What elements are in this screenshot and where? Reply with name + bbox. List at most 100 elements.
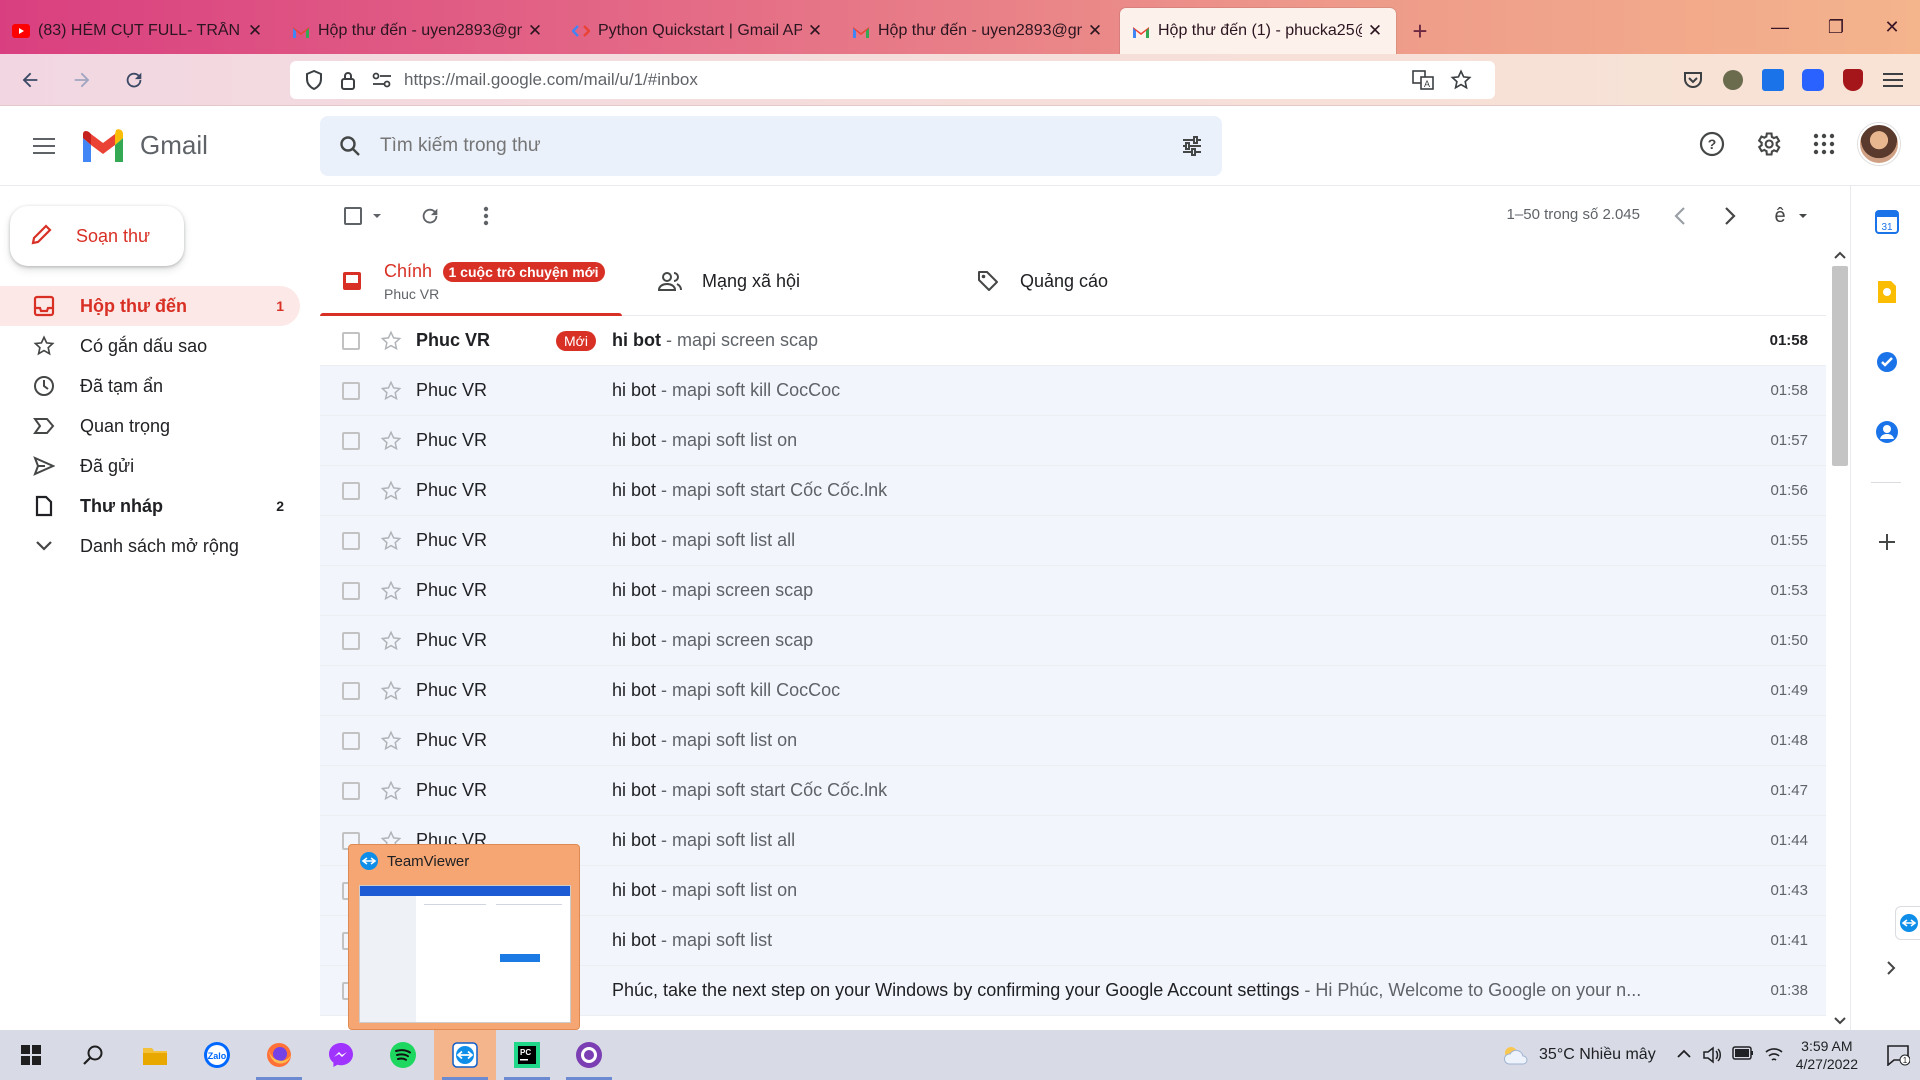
shield-icon[interactable] bbox=[302, 68, 326, 92]
messenger-icon[interactable] bbox=[310, 1030, 372, 1080]
volume-icon[interactable] bbox=[1702, 1046, 1722, 1064]
browser-tab[interactable]: Hộp thư đến - uyen2893@gmai ✕ bbox=[280, 8, 556, 54]
row-star-icon[interactable] bbox=[380, 530, 402, 552]
apps-grid-icon[interactable] bbox=[1802, 122, 1846, 166]
row-checkbox[interactable] bbox=[342, 631, 360, 650]
compose-button[interactable]: Soạn thư bbox=[10, 206, 184, 266]
email-row[interactable]: Phuc VR Mới hi bot - mapi screen scap 01:58 bbox=[320, 316, 1826, 366]
search-icon[interactable] bbox=[320, 134, 380, 158]
close-window-button[interactable]: ✕ bbox=[1864, 0, 1920, 54]
row-star-icon[interactable] bbox=[380, 380, 402, 402]
search-options-icon[interactable] bbox=[1162, 134, 1222, 158]
gmail-logo[interactable]: Gmail bbox=[80, 128, 208, 162]
teamviewer-taskbar-preview[interactable]: TeamViewer bbox=[348, 844, 580, 1030]
help-icon[interactable]: ? bbox=[1690, 122, 1734, 166]
pycharm-icon[interactable]: PC bbox=[496, 1030, 558, 1080]
row-star-icon[interactable] bbox=[380, 730, 402, 752]
github-desktop-icon[interactable] bbox=[558, 1030, 620, 1080]
settings-gear-icon[interactable] bbox=[1746, 122, 1790, 166]
tab-social[interactable]: Mạng xã hội bbox=[638, 246, 940, 316]
row-star-icon[interactable] bbox=[380, 630, 402, 652]
expand-panel-icon[interactable] bbox=[1877, 954, 1905, 982]
row-star-icon[interactable] bbox=[380, 330, 402, 352]
pocket-icon[interactable] bbox=[1676, 63, 1710, 97]
clock[interactable]: 3:59 AM 4/27/2022 bbox=[1796, 1037, 1858, 1073]
url-text[interactable]: https://mail.google.com/mail/u/1/#inbox bbox=[404, 70, 1411, 90]
email-row[interactable]: Phuc VR hi bot - mapi soft list on 01:48 bbox=[320, 716, 1826, 766]
email-row[interactable]: Phuc VR hi bot - mapi soft list on 01:57 bbox=[320, 416, 1826, 466]
file-explorer-icon[interactable] bbox=[124, 1030, 186, 1080]
close-tab-icon[interactable]: ✕ bbox=[1086, 21, 1104, 41]
scroll-down-icon[interactable] bbox=[1833, 1016, 1847, 1026]
translate-icon[interactable]: A bbox=[1411, 68, 1435, 92]
menu-icon[interactable] bbox=[1876, 63, 1910, 97]
zalo-icon[interactable]: Zalo bbox=[186, 1030, 248, 1080]
windows-start-icon[interactable] bbox=[0, 1030, 62, 1080]
close-tab-icon[interactable]: ✕ bbox=[526, 21, 544, 41]
link-extension-icon[interactable] bbox=[1796, 63, 1830, 97]
battery-icon[interactable] bbox=[1731, 1046, 1754, 1060]
sidebar-item[interactable]: Danh sách mở rộng bbox=[0, 526, 300, 566]
row-checkbox[interactable] bbox=[342, 781, 360, 800]
row-checkbox[interactable] bbox=[342, 731, 360, 750]
teamviewer-side-icon[interactable] bbox=[1895, 906, 1920, 940]
keep-icon[interactable] bbox=[1873, 278, 1901, 306]
tab-promotions[interactable]: Quảng cáo bbox=[956, 246, 1258, 316]
row-checkbox[interactable] bbox=[342, 481, 360, 500]
row-checkbox[interactable] bbox=[342, 431, 360, 450]
contacts-icon[interactable] bbox=[1873, 418, 1901, 446]
sidebar-item[interactable]: Hộp thư đến 1 bbox=[0, 286, 300, 326]
row-star-icon[interactable] bbox=[380, 680, 402, 702]
sidebar-item[interactable]: Có gắn dấu sao bbox=[0, 326, 300, 366]
email-row[interactable]: Phuc VR hi bot - mapi soft kill CocCoc 01:… bbox=[320, 366, 1826, 416]
newer-page-button[interactable] bbox=[1662, 202, 1698, 230]
reload-button[interactable] bbox=[112, 58, 156, 102]
tab-primary[interactable]: Chính 1 cuộc trò chuyện mới Phuc VR bbox=[320, 246, 622, 317]
select-all-checkbox[interactable] bbox=[340, 202, 388, 230]
more-actions-button[interactable] bbox=[468, 202, 504, 230]
lock-icon[interactable] bbox=[336, 68, 360, 92]
row-checkbox[interactable] bbox=[342, 381, 360, 400]
add-addon-icon[interactable] bbox=[1873, 528, 1901, 556]
row-checkbox[interactable] bbox=[342, 581, 360, 600]
browser-tab[interactable]: Python Quickstart | Gmail API ✕ bbox=[560, 8, 836, 54]
sidebar-item[interactable]: Quan trọng bbox=[0, 406, 300, 446]
email-row[interactable]: Phuc VR hi bot - mapi soft kill CocCoc 01:… bbox=[320, 666, 1826, 716]
spotify-icon[interactable] bbox=[372, 1030, 434, 1080]
taskbar-search-icon[interactable] bbox=[62, 1030, 124, 1080]
input-tools-button[interactable]: ê bbox=[1762, 202, 1822, 230]
row-star-icon[interactable] bbox=[380, 430, 402, 452]
forward-button[interactable] bbox=[60, 58, 104, 102]
close-tab-icon[interactable]: ✕ bbox=[246, 21, 264, 41]
search-bar[interactable] bbox=[320, 116, 1222, 176]
wifi-icon[interactable] bbox=[1764, 1046, 1784, 1064]
new-tab-button[interactable]: + bbox=[1400, 8, 1440, 54]
email-row[interactable]: Phuc VR hi bot - mapi screen scap 01:53 bbox=[320, 566, 1826, 616]
back-button[interactable] bbox=[8, 58, 52, 102]
bookmark-star-icon[interactable] bbox=[1449, 68, 1473, 92]
permissions-icon[interactable] bbox=[370, 68, 394, 92]
weather-widget[interactable]: 35°C Nhiều mây bbox=[1501, 1044, 1656, 1066]
notification-center-icon[interactable]: 1 bbox=[1876, 1030, 1920, 1080]
sidebar-item[interactable]: Đã tạm ẩn bbox=[0, 366, 300, 406]
calendar-icon[interactable]: 31 bbox=[1873, 208, 1901, 236]
browser-tab[interactable]: Hộp thư đến (1) - phucka25@gr✕ bbox=[1120, 8, 1396, 54]
close-tab-icon[interactable]: ✕ bbox=[806, 21, 824, 41]
scroll-up-icon[interactable] bbox=[1833, 250, 1847, 260]
teamviewer-taskbar-icon[interactable] bbox=[434, 1030, 496, 1080]
scroll-thumb[interactable] bbox=[1832, 266, 1848, 466]
url-bar[interactable]: https://mail.google.com/mail/u/1/#inbox … bbox=[290, 61, 1495, 99]
row-checkbox[interactable] bbox=[342, 531, 360, 550]
browser-tab[interactable]: Hộp thư đến - uyen2893@gmai ✕ bbox=[840, 8, 1116, 54]
restore-button[interactable]: ❐ bbox=[1808, 0, 1864, 54]
row-star-icon[interactable] bbox=[380, 780, 402, 802]
email-row[interactable]: Phuc VR hi bot - mapi soft start Cốc Cốc.… bbox=[320, 766, 1826, 816]
minimize-button[interactable]: — bbox=[1752, 0, 1808, 54]
tasks-icon[interactable] bbox=[1873, 348, 1901, 376]
sidebar-item[interactable]: Đã gửi bbox=[0, 446, 300, 486]
account-avatar[interactable] bbox=[1858, 123, 1900, 165]
email-row[interactable]: Phuc VR hi bot - mapi soft start Cốc Cốc.… bbox=[320, 466, 1826, 516]
row-checkbox[interactable] bbox=[342, 331, 360, 350]
row-star-icon[interactable] bbox=[380, 480, 402, 502]
email-row[interactable]: Phuc VR hi bot - mapi soft list all 01:55 bbox=[320, 516, 1826, 566]
